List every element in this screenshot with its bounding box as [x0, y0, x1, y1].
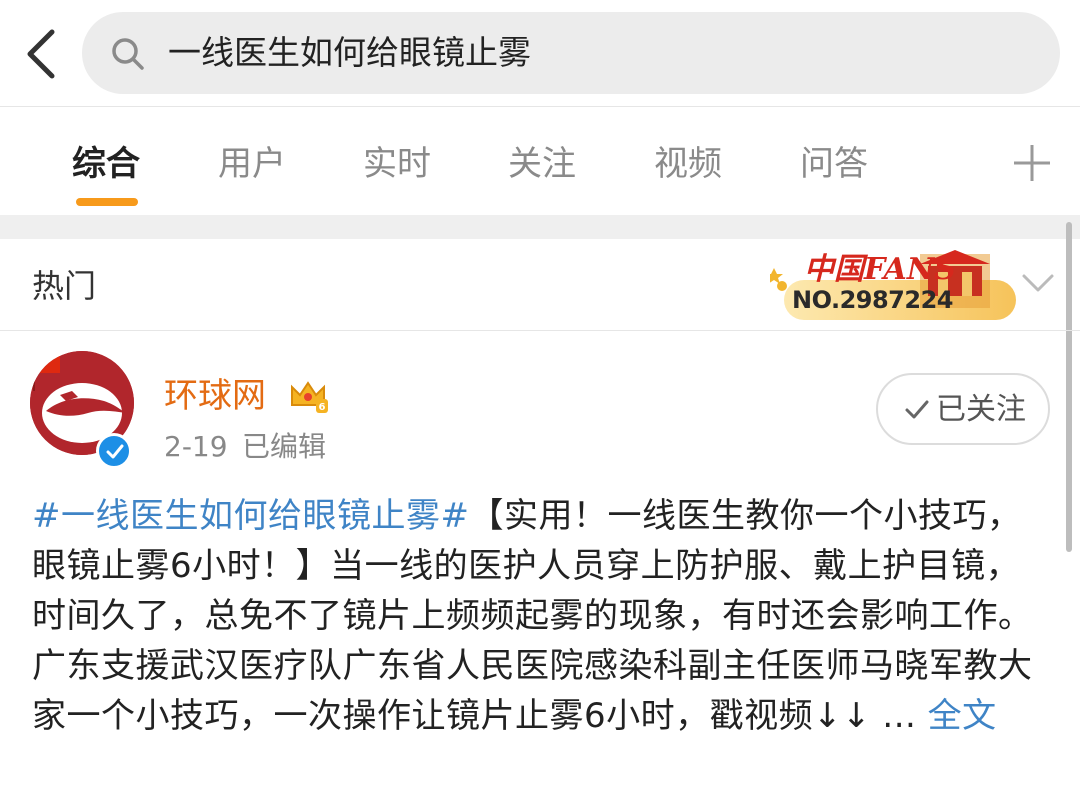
top-bar: 一线医生如何给眼镜止雾 [0, 0, 1080, 106]
read-full-link[interactable]: 全文 [928, 696, 997, 736]
chevron-down-icon[interactable] [1020, 268, 1056, 298]
post-date: 2-19 [164, 430, 228, 463]
hot-label: 热门 [32, 267, 97, 305]
follow-button-label: 已关注 [936, 392, 1026, 427]
crown-icon: 6 [291, 381, 328, 413]
scrollbar[interactable] [1066, 222, 1072, 552]
tab-comprehensive[interactable]: 综合 [72, 141, 140, 187]
follow-button[interactable]: 已关注 [876, 373, 1050, 445]
search-icon [112, 38, 144, 70]
verified-badge-icon [96, 433, 132, 469]
search-query[interactable]: 一线医生如何给眼镜止雾 [168, 29, 531, 77]
edited-label: 已编辑 [242, 430, 327, 463]
fans-badge-title: 中国FANS [804, 252, 956, 287]
back-arrow-icon[interactable] [18, 26, 64, 82]
section-gap [0, 215, 1080, 239]
china-fans-badge: 中国FANS NO.2987224 [770, 244, 1020, 324]
fans-badge-number: NO.2987224 [792, 286, 953, 314]
hot-section-header: 热门 中国FANS NO.2987224 [0, 240, 1066, 330]
check-icon [905, 400, 929, 419]
plus-icon[interactable] [1010, 141, 1054, 185]
active-tab-indicator [76, 198, 138, 206]
tab-following[interactable]: 关注 [508, 141, 576, 187]
tab-users[interactable]: 用户 [218, 141, 286, 187]
tab-realtime[interactable]: 实时 [363, 141, 431, 187]
tab-bar: 综合 用户 实时 关注 视频 问答 [0, 107, 1080, 215]
tab-overflow-fade [920, 107, 1000, 215]
weibo-post: 环球网 6 2-19 已编辑 已关注 #一线医生如何给眼镜止雾#【实用！一线医生… [0, 331, 1066, 796]
topic-link[interactable]: #一线医生如何给眼镜止雾# [32, 496, 469, 536]
tab-video[interactable]: 视频 [654, 141, 722, 187]
author-name[interactable]: 环球网 [164, 373, 266, 419]
search-bar[interactable]: 一线医生如何给眼镜止雾 [82, 12, 1060, 94]
post-content: #一线医生如何给眼镜止雾#【实用！一线医生教你一个小技巧，眼镜止雾6小时！】当一… [32, 491, 1044, 741]
crown-level-text: 6 [319, 402, 326, 413]
tab-qa[interactable]: 问答 [800, 141, 868, 187]
